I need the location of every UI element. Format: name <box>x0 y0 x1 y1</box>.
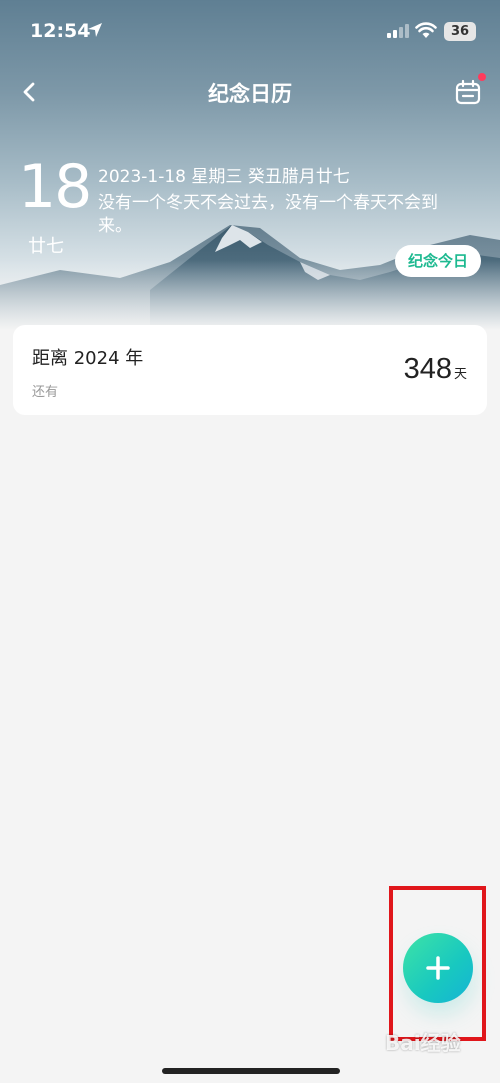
home-indicator[interactable] <box>162 1068 340 1074</box>
countdown-subtitle: 还有 <box>32 385 59 400</box>
notification-dot <box>478 73 486 81</box>
page-title: 纪念日历 <box>208 82 292 106</box>
watermark: Bai经验 <box>385 1031 461 1055</box>
countdown-number: 348 <box>403 353 452 385</box>
cellular-signal-icon <box>387 24 409 38</box>
calendar-icon[interactable] <box>454 78 482 106</box>
status-time: 12:54 <box>30 20 91 42</box>
annotation-highlight-box <box>389 886 486 1041</box>
today-day-number: 18 <box>18 152 92 222</box>
countdown-unit: 天 <box>453 366 467 381</box>
today-quote: 没有一个冬天不会过去，没有一个春天不会到来。 <box>98 193 438 236</box>
today-lunar-day: 廿七 <box>28 236 64 257</box>
today-date-line: 2023-1-18 星期三 癸丑腊月廿七 <box>98 167 350 187</box>
countdown-value: 348 天 <box>404 353 467 386</box>
app-screen: 12:54 36 纪念日历 18 廿七 2023-1-18 星期三 癸丑腊月廿七… <box>0 0 500 1083</box>
memorialize-today-button[interactable]: 纪念今日 <box>395 245 481 277</box>
countdown-title: 距离 2024 年 <box>32 348 144 369</box>
location-arrow-icon <box>88 23 102 37</box>
countdown-card[interactable]: 距离 2024 年 还有 348 天 <box>13 325 487 415</box>
wifi-icon <box>415 22 437 38</box>
battery-indicator: 36 <box>444 22 476 41</box>
